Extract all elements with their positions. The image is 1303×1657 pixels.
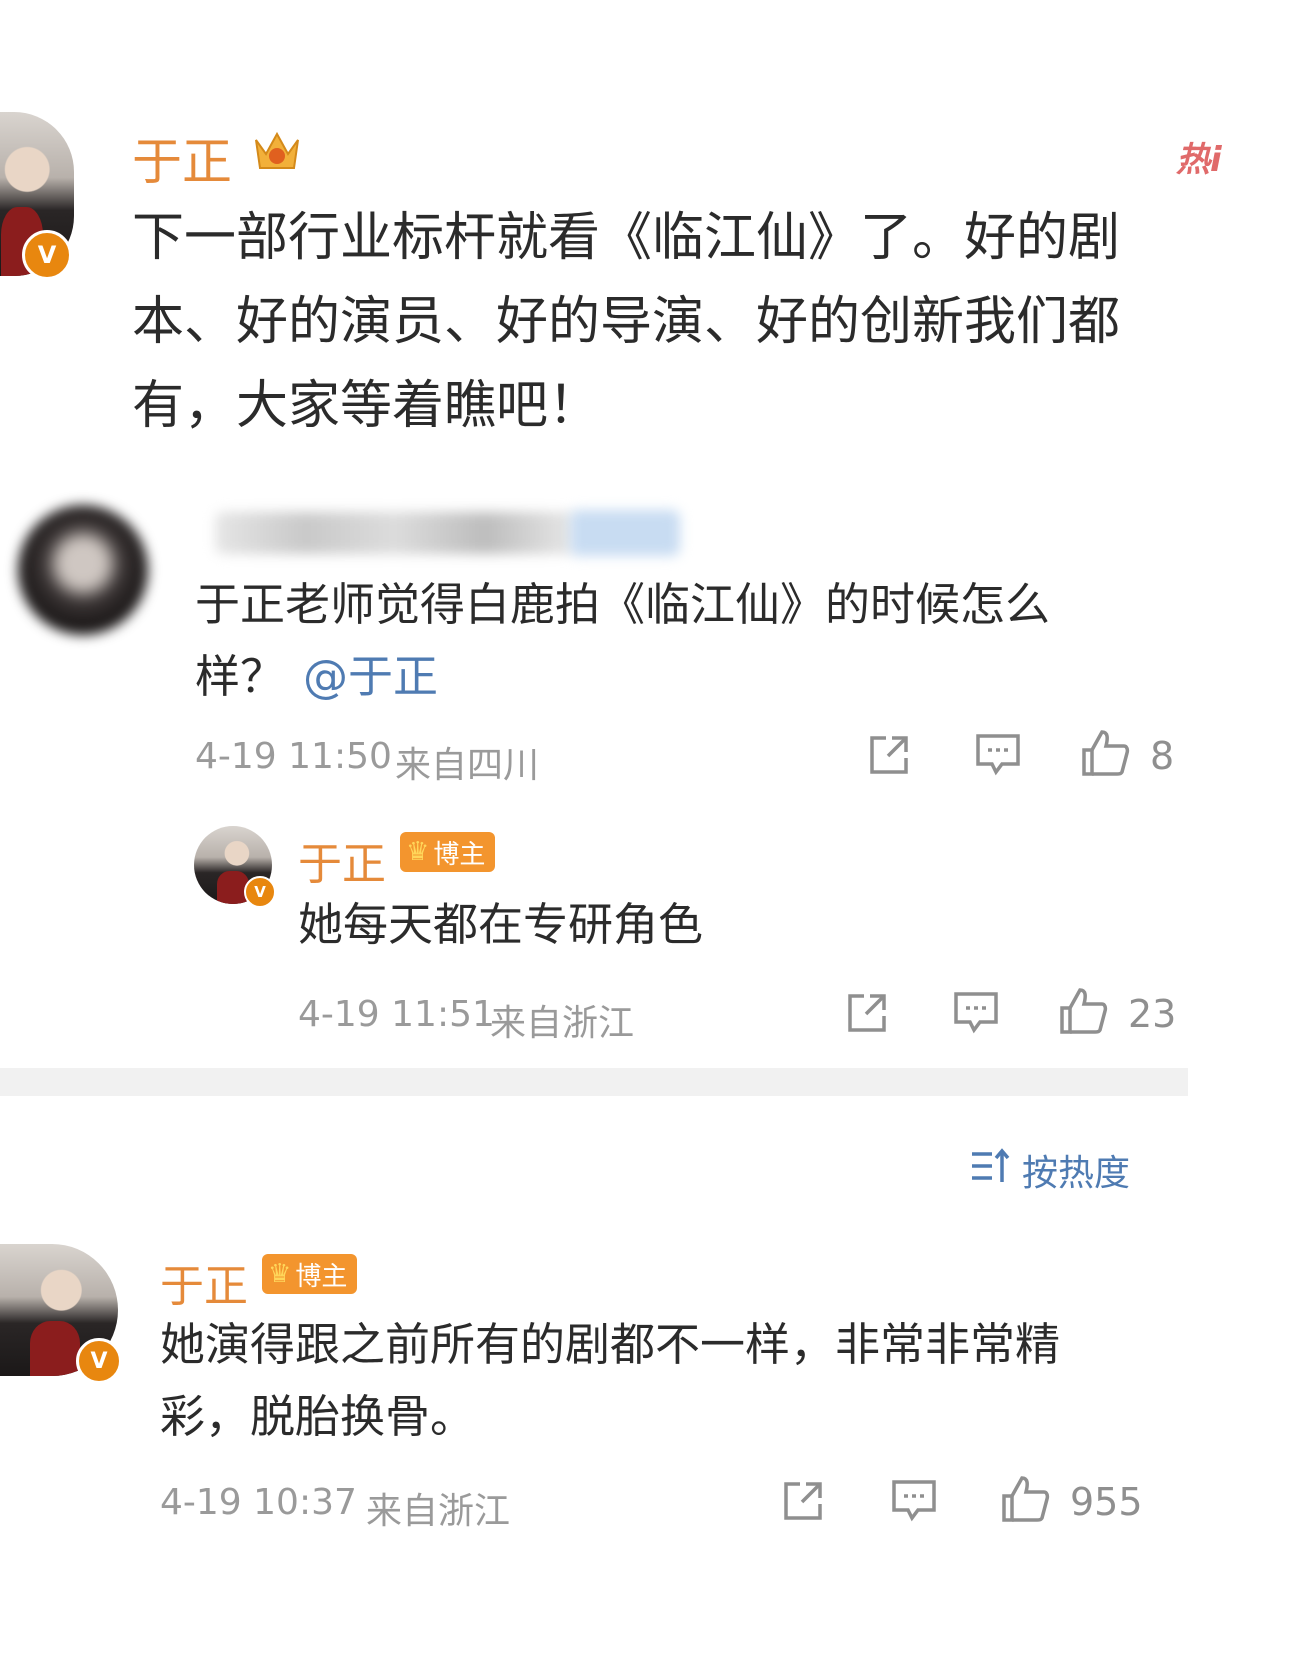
share-icon[interactable] (844, 990, 890, 1040)
comment2-text-line-2: 彩，脱胎换骨。 (160, 1390, 476, 1443)
comment2-like-count: 955 (1070, 1480, 1143, 1524)
verified-badge-icon: V (244, 876, 276, 908)
blogger-badge: ♛ 博主 (400, 832, 496, 872)
sort-control[interactable]: 按热度 (968, 1144, 1130, 1196)
comment2-author-name[interactable]: 于正 (160, 1250, 248, 1314)
post-text-line-3: 有，大家等着瞧吧！ (132, 376, 601, 436)
crown-icon (250, 124, 304, 176)
reply1-time: 4-19 11:51 (298, 994, 495, 1035)
comment1-text-line-2-text: 样？ (195, 650, 286, 703)
post-author-name[interactable]: 于正 (132, 122, 232, 194)
comment1-like-count: 8 (1150, 734, 1175, 778)
commenter-avatar[interactable] (18, 505, 148, 635)
crown-icon: ♛ (268, 1259, 292, 1289)
section-divider (0, 1068, 1188, 1096)
blogger-badge-label: 博主 (433, 839, 486, 870)
post-text-line-2: 本、好的演员、好的导演、好的创新我们都 (132, 292, 1121, 352)
verified-badge-icon: V (76, 1338, 122, 1384)
comment2-time: 4-19 10:37 (160, 1482, 357, 1523)
verified-badge-icon: V (22, 230, 72, 280)
share-icon[interactable] (866, 732, 912, 782)
reply1-like-count: 23 (1128, 992, 1177, 1036)
like-icon[interactable] (1080, 728, 1130, 782)
mention-link[interactable]: @于正 (303, 650, 438, 703)
share-icon[interactable] (780, 1478, 826, 1528)
comment1-text-line-1: 于正老师觉得白鹿拍《临江仙》的时候怎么 (195, 578, 1051, 631)
comment2-location: 来自浙江 (366, 1491, 511, 1532)
blogger-badge: ♛ 博主 (262, 1254, 358, 1294)
sort-label: 按热度 (1022, 1153, 1131, 1194)
comment-icon[interactable] (890, 1478, 938, 1528)
comment1-text-line-2: 样？ @于正 (195, 654, 438, 699)
sort-icon (968, 1146, 1012, 1195)
comment1-location: 来自四川 (395, 745, 540, 786)
comment2-text-line-1: 她演得跟之前所有的剧都不一样，非常非常精 (160, 1318, 1061, 1371)
like-icon[interactable] (1000, 1474, 1050, 1528)
commenter-name-blurred[interactable] (215, 512, 575, 554)
blogger-badge-label: 博主 (295, 1261, 348, 1292)
comment1-time: 4-19 11:50 (195, 736, 392, 777)
like-icon[interactable] (1058, 986, 1108, 1040)
post-text-line-1: 下一部行业标杆就看《临江仙》了。好的剧 (132, 208, 1121, 268)
comment-icon[interactable] (952, 990, 1000, 1040)
reply1-text: 她每天都在专研角色 (298, 898, 704, 951)
commenter-badge-blurred (570, 510, 680, 556)
crown-icon: ♛ (406, 837, 430, 867)
reply1-author-name[interactable]: 于正 (298, 828, 386, 892)
reply1-location: 来自浙江 (490, 1003, 635, 1044)
hot-tag: 热i (1176, 140, 1222, 180)
comment-icon[interactable] (974, 732, 1022, 782)
